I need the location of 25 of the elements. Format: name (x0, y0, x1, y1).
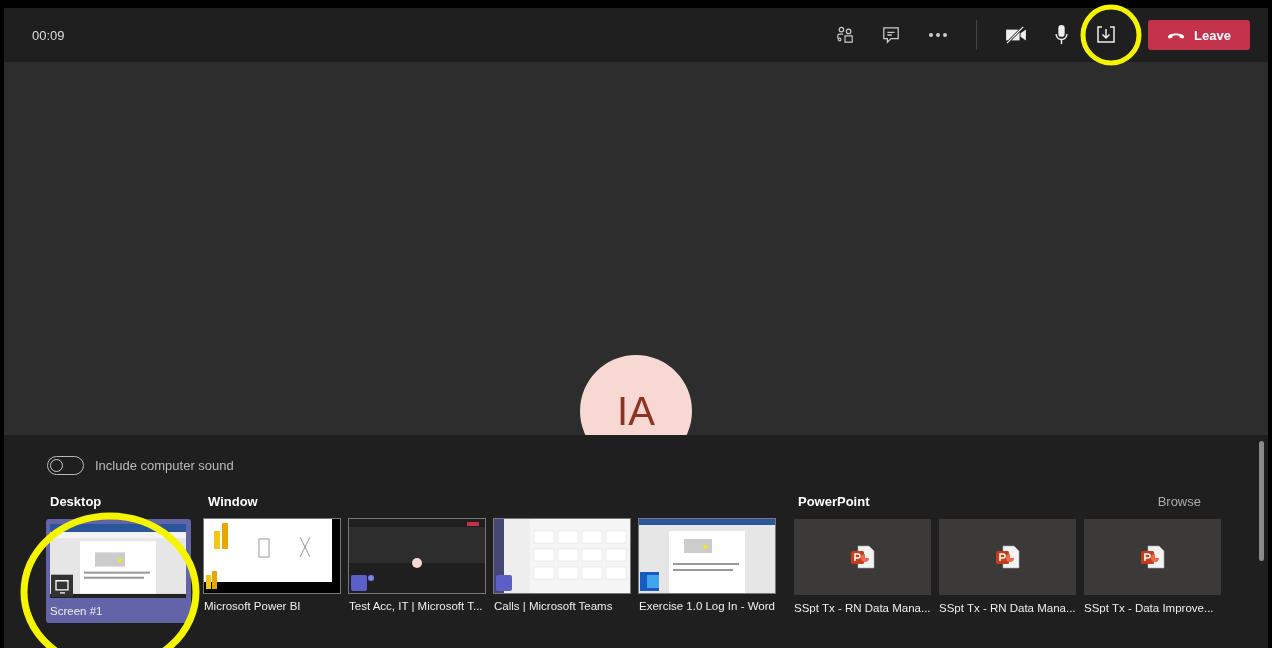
section-heading: Desktop (50, 494, 103, 510)
powerpoint-file-icon (1139, 544, 1166, 570)
powerpoint-file-icon (994, 544, 1021, 570)
section-heading: PowerPoint (798, 494, 870, 510)
people-icon[interactable] (836, 25, 854, 45)
avatar: IA (580, 355, 692, 435)
screen-tile[interactable]: Screen #1 (46, 519, 191, 623)
powerpoint-file-icon (849, 544, 876, 570)
window-tile[interactable]: Test Acc, IT | Microsoft T... (349, 519, 486, 612)
camera-off-icon[interactable] (1005, 26, 1027, 44)
leave-button[interactable]: Leave (1148, 20, 1250, 50)
more-icon[interactable] (928, 32, 948, 38)
window-tile[interactable]: Microsoft Power BI (204, 519, 341, 612)
window-tile[interactable]: Calls | Microsoft Teams (494, 519, 631, 612)
microphone-icon[interactable] (1055, 25, 1068, 45)
chat-icon[interactable] (882, 26, 900, 44)
highlight-circle (1079, 3, 1143, 67)
scrollbar[interactable] (1259, 441, 1264, 561)
hang-up-icon (1167, 31, 1186, 39)
window-tile[interactable]: Exercise 1.0 Log In - Word (639, 519, 776, 612)
call-timer: 00:09 (32, 27, 65, 43)
toggle-label: Include computer sound (95, 458, 234, 473)
browse-link[interactable]: Browse (1157, 494, 1201, 509)
section-heading: Window (208, 494, 259, 510)
share-tray-icon[interactable] (1096, 26, 1116, 44)
